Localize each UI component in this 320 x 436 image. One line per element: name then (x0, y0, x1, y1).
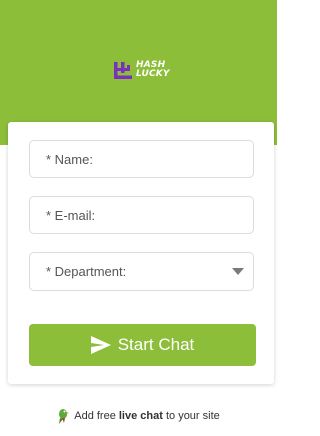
department-select-label: * Department: (46, 264, 127, 279)
start-chat-button[interactable]: Start Chat (29, 324, 256, 366)
department-select[interactable]: * Department: (29, 252, 254, 291)
email-input[interactable] (29, 196, 254, 234)
brand-logo-line2: LUCKY (136, 69, 170, 79)
brand-logo: HASH LUCKY (112, 59, 170, 81)
footer-live-chat-link[interactable]: live chat (119, 410, 163, 422)
footer-suffix: to your site (162, 410, 220, 422)
name-input[interactable] (29, 140, 254, 178)
parrot-icon (59, 409, 70, 424)
brand-logo-mark-icon (114, 62, 132, 79)
prechat-form-card: * Department: Start Chat (8, 122, 274, 384)
footer-prefix: Add free (74, 410, 119, 422)
paper-plane-icon (90, 336, 111, 354)
powered-by-footer[interactable]: Add free live chat to your site (0, 408, 277, 424)
brand-logo-text: HASH LUCKY (136, 61, 170, 79)
chevron-down-icon (232, 268, 244, 275)
start-chat-button-label: Start Chat (117, 335, 195, 354)
